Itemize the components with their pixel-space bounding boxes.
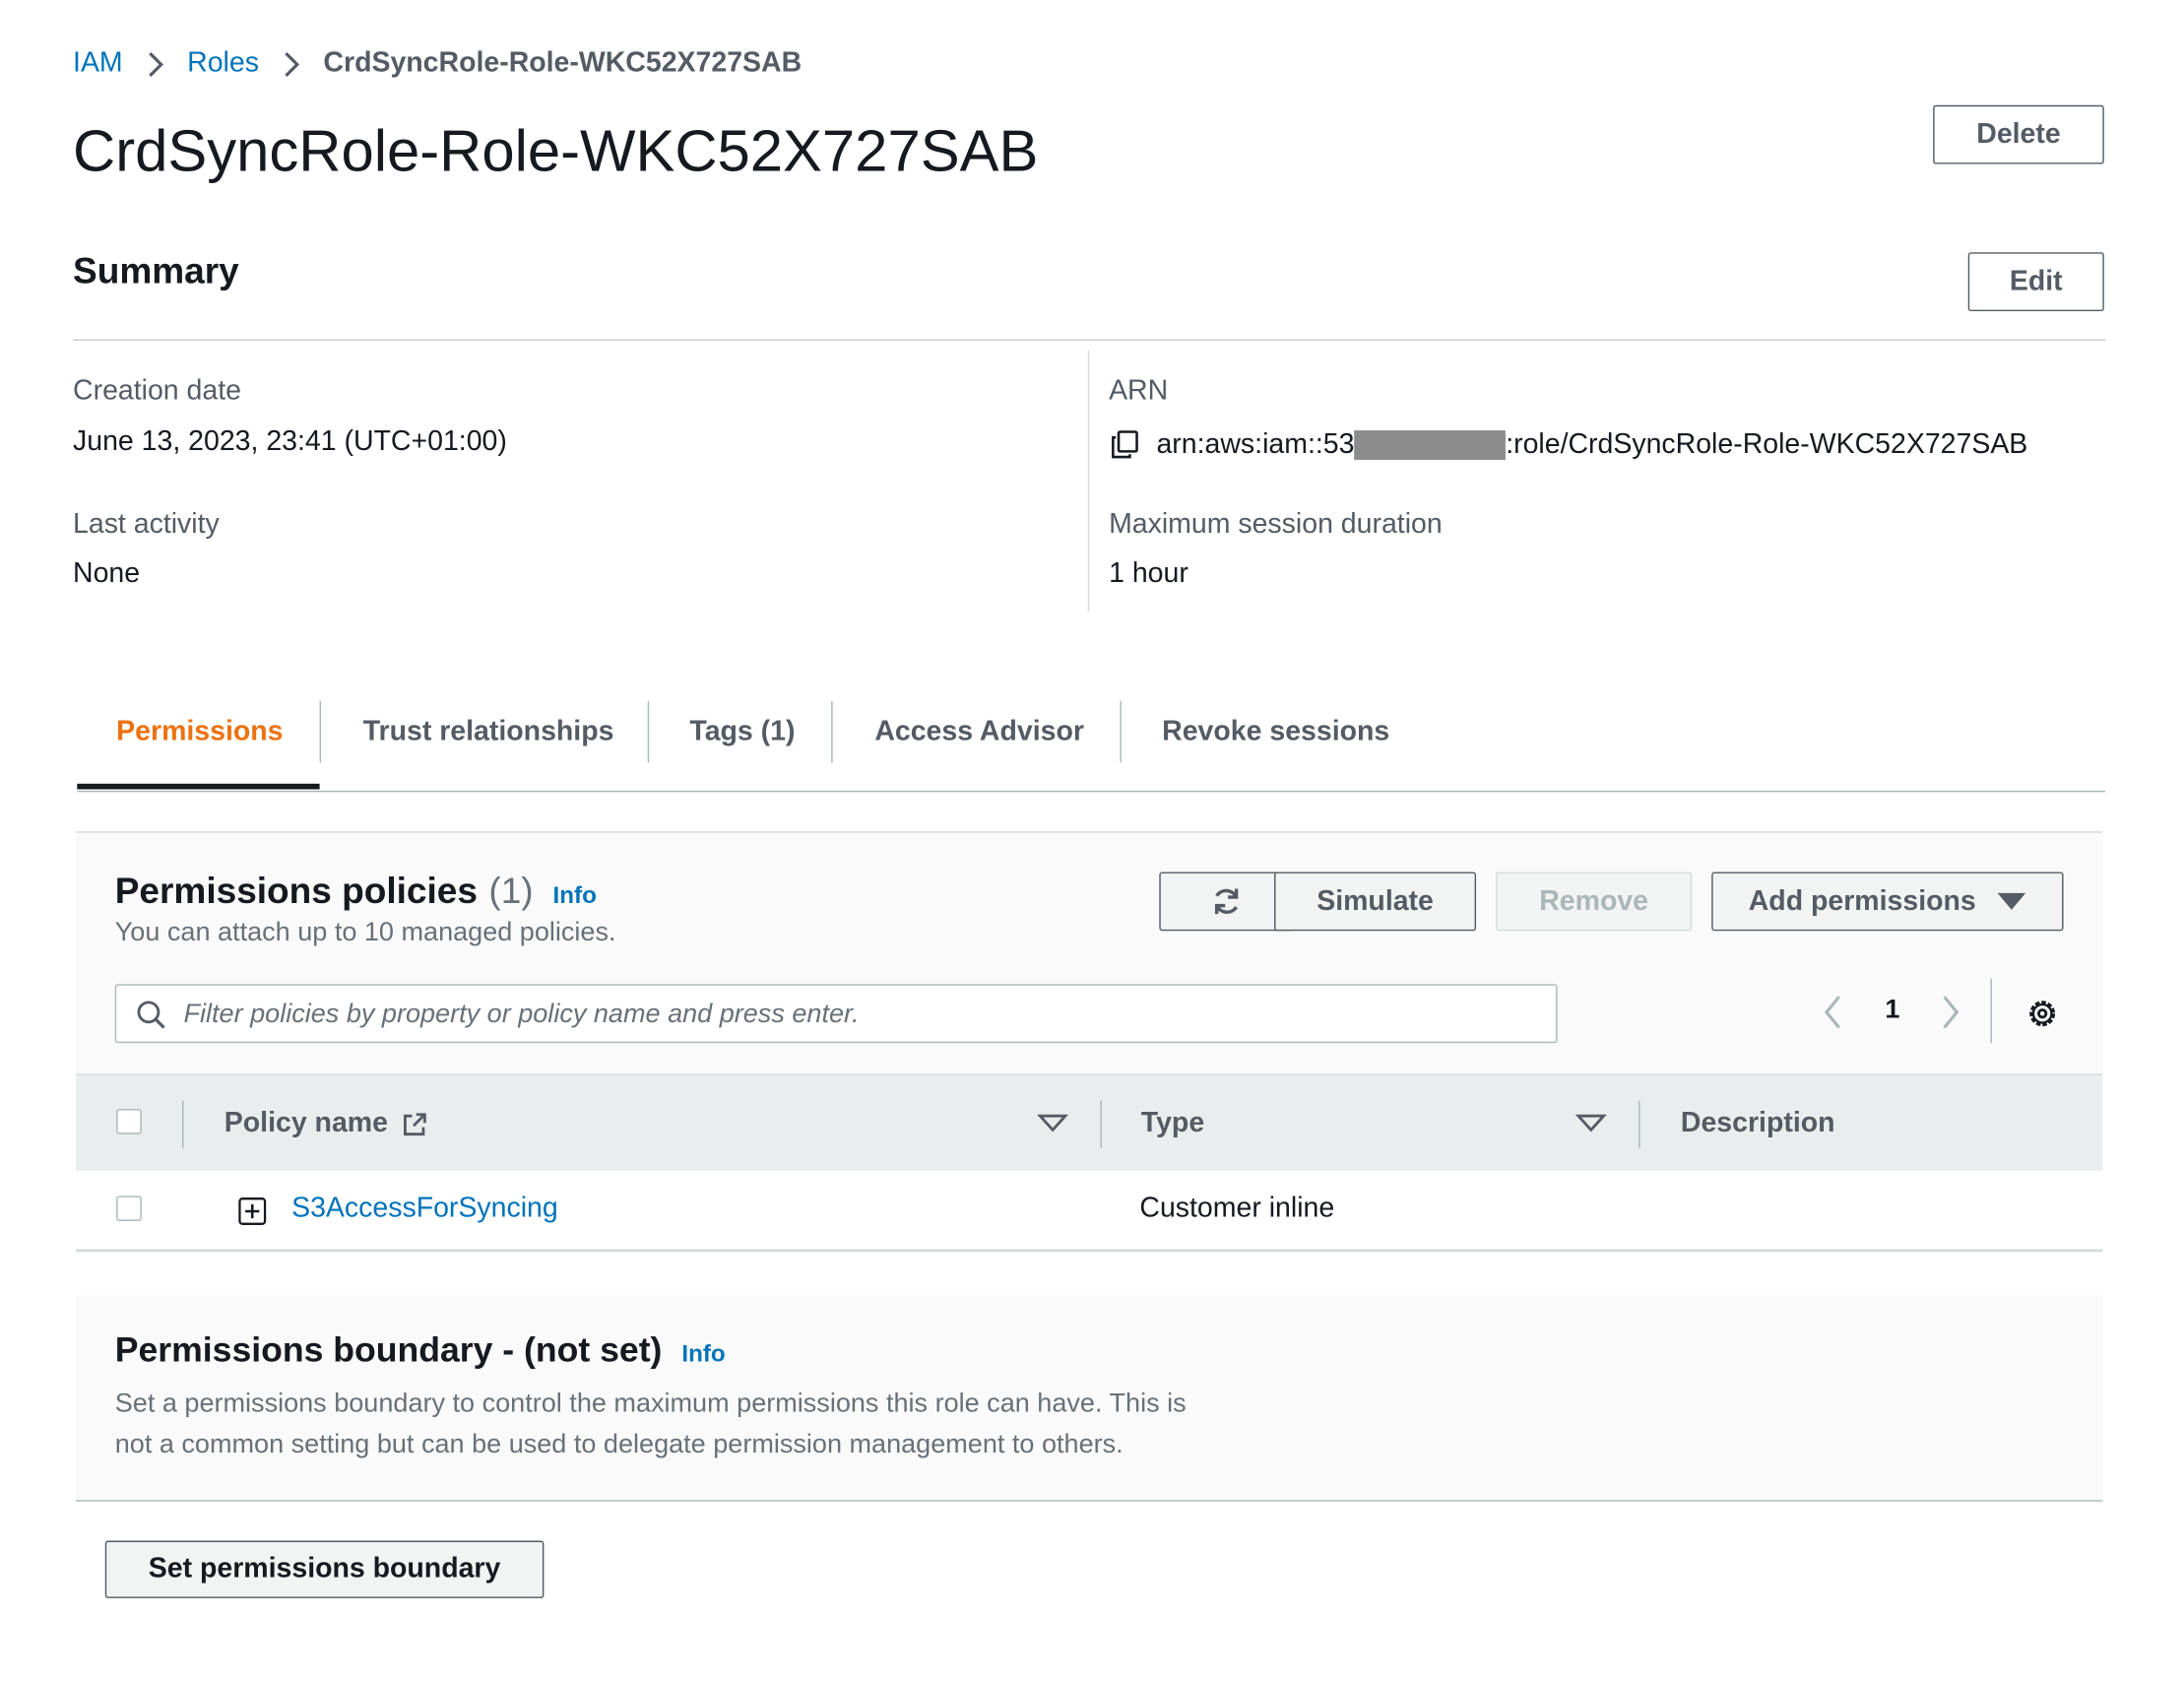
column-policy-name[interactable]: Policy name [225,1108,428,1140]
gear-icon[interactable] [2025,997,2059,1030]
search-icon [137,1001,165,1029]
policy-filter-input[interactable] [180,985,1532,1045]
permissions-boundary-heading: Permissions boundary - (not set) Info [115,1330,726,1371]
last-activity-value: None [73,557,141,589]
pager-divider [1990,978,1992,1044]
permissions-policies-title: Permissions policies [114,869,478,912]
copy-icon[interactable] [1109,427,1142,461]
column-type[interactable]: Type [1141,1108,1204,1140]
tab-trust-relationships[interactable]: Trust relationships [363,701,614,763]
policies-info-link[interactable]: Info [553,881,597,908]
refresh-icon [1214,888,1239,915]
tab-revoke-sessions[interactable]: Revoke sessions [1162,701,1389,763]
boundary-description-line: not a common setting but can be used to … [114,1430,1124,1459]
policy-type: Customer inline [1139,1193,1335,1224]
tab-bar: Permissions Trust relationships Tags (1)… [77,700,2106,793]
permissions-boundary-description: Set a permissions boundary to control th… [115,1384,1293,1465]
external-link-icon [403,1112,426,1135]
max-session-value: 1 hour [1109,557,1188,589]
column-policy-name-label: Policy name [224,1107,388,1138]
delete-button[interactable]: Delete [1933,104,2104,164]
add-permissions-button[interactable]: Add permissions [1711,872,2064,932]
breadcrumb-iam[interactable]: IAM [73,47,123,80]
expand-icon[interactable] [237,1196,268,1226]
permissions-policies-heading: Permissions policies (1) Info [115,870,597,913]
current-page-number[interactable]: 1 [1883,996,1902,1026]
iam-role-page: IAM Roles CrdSyncRole-Role-WKC52X727SAB … [0,0,2184,1682]
chevron-right-icon [284,51,299,77]
simulate-button[interactable]: Simulate [1274,872,1477,932]
tab-divider [831,700,833,763]
creation-date-label: Creation date [73,375,241,407]
breadcrumb-current: CrdSyncRole-Role-WKC52X727SAB [323,47,803,79]
max-session-label: Maximum session duration [1109,508,1443,541]
chevron-right-icon [148,51,163,77]
creation-date-value: June 13, 2023, 23:41 (UTC+01:00) [73,425,507,458]
arn-label: ARN [1109,375,1169,407]
select-all-checkbox[interactable] [116,1109,142,1134]
column-description: Description [1680,1107,1835,1138]
summary-divider [73,339,2106,341]
table-row: S3AccessForSyncing Customer inline [75,1170,2103,1253]
tab-permissions[interactable]: Permissions [116,701,283,763]
caret-down-icon [1997,892,2025,910]
sort-icon[interactable] [1575,1113,1607,1132]
arn-suffix: :role/CrdSyncRole-Role-WKC52X727SAB [1506,427,2028,460]
set-permissions-boundary-button[interactable]: Set permissions boundary [104,1540,545,1598]
row-checkbox[interactable] [116,1196,142,1221]
tab-divider [647,700,650,763]
arn-redaction [1354,429,1507,460]
permissions-policies-panel: Permissions policies (1) Info You can atta… [75,831,2103,1253]
boundary-description-line: Set a permissions boundary to control th… [114,1389,1187,1419]
tab-divider [319,700,322,763]
policies-subtitle: You can attach up to 10 managed policies… [114,918,616,948]
chevron-right-icon[interactable] [1937,994,1962,1030]
sort-icon[interactable] [1037,1113,1068,1132]
policies-table-header: Policy name Type Description [75,1073,2103,1173]
page-title: CrdSyncRole-Role-WKC52X727SAB [73,117,1039,184]
permissions-boundary-panel: Permissions boundary - (not set) Info Set… [75,1295,2103,1502]
column-divider [1100,1100,1102,1148]
column-divider [1638,1100,1640,1148]
summary-column-divider [1087,350,1090,612]
arn-value: arn:aws:iam::53 :role/CrdSyncRole-Role-WK… [1109,427,2027,461]
chevron-left-icon[interactable] [1821,994,1846,1030]
column-divider [182,1100,184,1148]
permissions-boundary-title: Permissions boundary - (not set) [114,1329,663,1370]
remove-button[interactable]: Remove [1495,872,1693,932]
tab-divider [1120,700,1122,763]
summary-heading: Summary [73,249,239,292]
tab-tags[interactable]: Tags (1) [689,701,795,763]
breadcrumb-roles[interactable]: Roles [187,47,259,80]
policy-name-link[interactable]: S3AccessForSyncing [291,1193,558,1225]
last-activity-label: Last activity [73,508,220,541]
arn-prefix: arn:aws:iam::53 [1156,427,1355,460]
add-permissions-label: Add permissions [1748,885,1976,917]
boundary-info-link[interactable]: Info [681,1340,725,1367]
tab-access-advisor[interactable]: Access Advisor [874,701,1084,763]
breadcrumb: IAM Roles CrdSyncRole-Role-WKC52X727SAB [73,47,802,80]
edit-button[interactable]: Edit [1967,252,2104,312]
active-tab-indicator [77,783,320,790]
policy-count: (1) [488,869,534,912]
policy-filter [114,984,1558,1045]
